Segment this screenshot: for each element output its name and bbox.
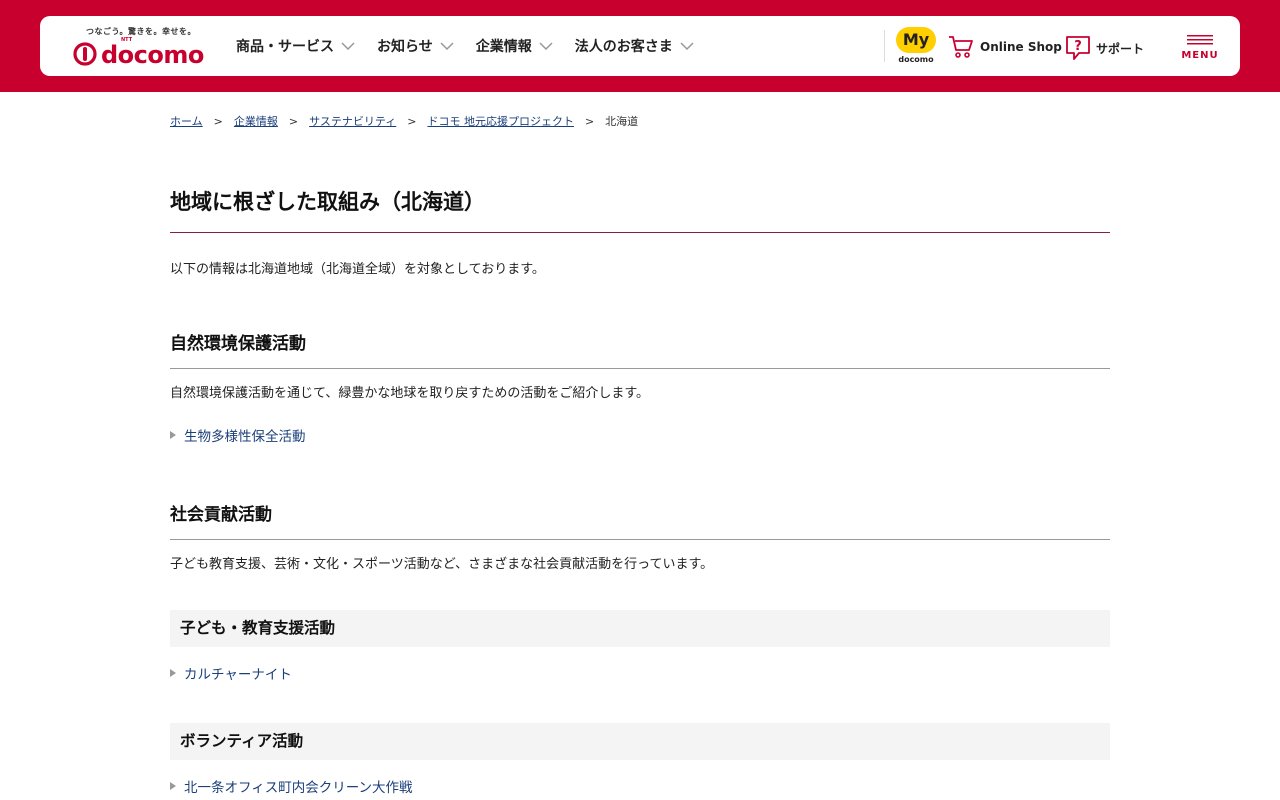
menu-button[interactable]: MENU (1180, 34, 1220, 64)
online-shop-label: Online Shop (980, 40, 1062, 54)
menu-label: MENU (1181, 50, 1219, 61)
header-divider (884, 30, 885, 62)
nav-item-news[interactable]: お知らせ (377, 36, 454, 56)
nav-label: 法人のお客さま (574, 39, 673, 55)
breadcrumb-separator: > (584, 114, 595, 128)
my-docomo-label: docomo (898, 55, 934, 64)
nav-item-products[interactable]: 商品・サービス (236, 36, 355, 56)
link-culture-night[interactable]: カルチャーナイト (170, 663, 292, 683)
global-nav: 商品・サービス お知らせ 企業情報 法人のお客さま (236, 36, 716, 56)
breadcrumb: ホーム > 企業情報 > サステナビリティ > ドコモ 地元応援プロジェクト >… (170, 113, 638, 129)
title-divider (170, 232, 1110, 233)
subsection-header-volunteer: ボランティア活動 (170, 723, 1110, 760)
brand-tagline: つなごう。驚きを。幸せを。 (86, 27, 197, 36)
chevron-down-icon (341, 42, 355, 50)
my-docomo-button[interactable]: My docomo (893, 27, 939, 67)
arrow-right-icon (170, 431, 176, 439)
breadcrumb-local-project[interactable]: ドコモ 地元応援プロジェクト (427, 113, 574, 129)
chevron-down-icon (680, 42, 694, 50)
arrow-right-icon (170, 782, 176, 790)
support-label: サポート (1096, 41, 1145, 56)
breadcrumb-corporate[interactable]: 企業情報 (234, 113, 278, 129)
docomo-logo[interactable]: つなごう。驚きを。幸せを。 NTT docomo (73, 26, 204, 69)
nav-label: お知らせ (377, 39, 433, 55)
nav-label: 商品・サービス (236, 39, 334, 55)
section-divider (170, 539, 1110, 540)
section-description-social: 子ども教育支援、芸術・文化・スポーツ活動など、さまざまな社会貢献活動を行っていま… (170, 557, 714, 572)
breadcrumb-separator: > (213, 114, 223, 128)
chevron-down-icon (539, 42, 553, 50)
brand-mark: NTT docomo (73, 37, 204, 69)
section-description-nature: 自然環境保護活動を通じて、緑豊かな地球を取り戻すための活動をご紹介します。 (170, 386, 650, 401)
svg-text:?: ? (1074, 39, 1082, 54)
nav-item-business[interactable]: 法人のお客さま (575, 36, 694, 56)
support-link[interactable]: ? サポート (1064, 35, 1144, 61)
nav-label: 企業情報 (475, 39, 532, 55)
docomo-circle-icon (73, 42, 97, 66)
section-heading-social: 社会貢献活動 (170, 505, 272, 525)
link-label: カルチャーナイト (184, 667, 292, 683)
link-clean-campaign[interactable]: 北一条オフィス町内会クリーン大作戦 (170, 776, 413, 796)
nav-item-corporate[interactable]: 企業情報 (476, 36, 553, 56)
question-bubble-icon: ? (1066, 36, 1090, 60)
link-biodiversity[interactable]: 生物多様性保全活動 (170, 425, 306, 445)
section-heading-nature: 自然環境保護活動 (170, 334, 306, 354)
breadcrumb-home[interactable]: ホーム (170, 113, 203, 129)
subsection-label: ボランティア活動 (180, 732, 304, 750)
section-divider (170, 368, 1110, 369)
global-header: つなごう。驚きを。幸せを。 NTT docomo 商品・サービス お知らせ 企業… (40, 16, 1240, 76)
cart-icon (949, 36, 973, 58)
hamburger-icon (1187, 35, 1213, 45)
breadcrumb-separator: > (407, 114, 417, 128)
page-title: 地域に根ざした取組み（北海道） (170, 190, 485, 214)
my-docomo-badge: My (896, 27, 936, 53)
link-label: 北一条オフィス町内会クリーン大作戦 (184, 780, 413, 796)
subsection-label: 子ども・教育支援活動 (180, 619, 336, 637)
breadcrumb-sustainability[interactable]: サステナビリティ (309, 113, 396, 129)
breadcrumb-current: 北海道 (605, 115, 639, 128)
chevron-down-icon (440, 42, 454, 50)
subsection-header-education: 子ども・教育支援活動 (170, 610, 1110, 647)
online-shop-link[interactable]: Online Shop (948, 35, 1062, 59)
arrow-right-icon (170, 669, 176, 677)
brand-wordmark: docomo (101, 41, 204, 69)
my-docomo-badge-text: My (902, 30, 930, 49)
page-intro: 以下の情報は北海道地域（北海道全域）を対象としております。 (170, 262, 545, 277)
breadcrumb-separator: > (288, 114, 299, 128)
link-label: 生物多様性保全活動 (184, 429, 306, 445)
